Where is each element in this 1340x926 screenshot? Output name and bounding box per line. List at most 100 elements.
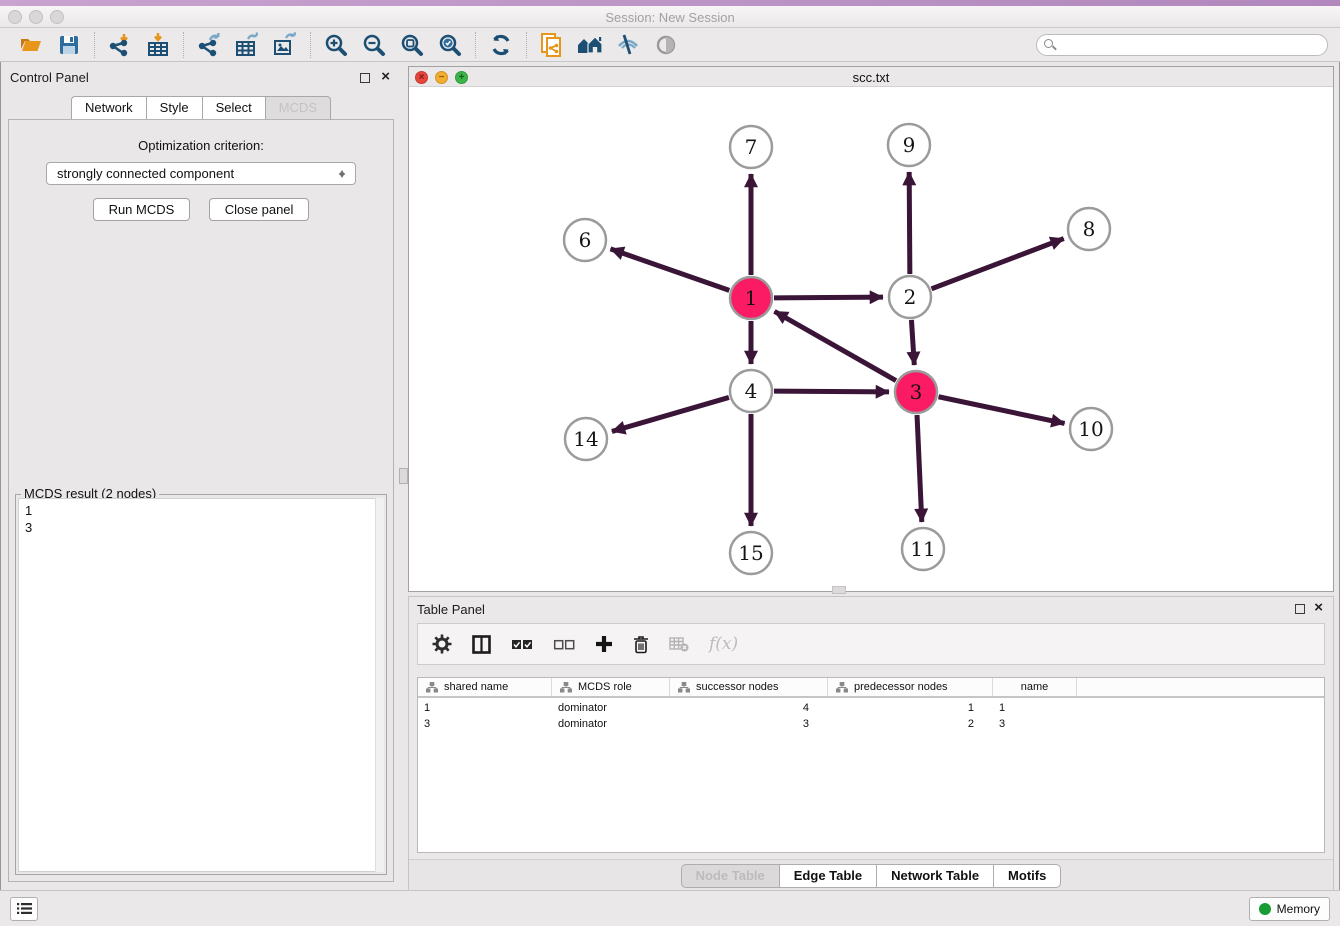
- cell-shared-name: 3: [418, 717, 552, 733]
- node-label: 1: [745, 286, 758, 310]
- control-panel-title: Control Panel: [10, 70, 89, 85]
- zoom-fit-button[interactable]: [393, 30, 431, 60]
- edge-3-11[interactable]: [917, 415, 922, 522]
- float-panel-icon[interactable]: [1295, 604, 1305, 614]
- destroy-table-button[interactable]: [669, 636, 689, 652]
- mcds-result-scrollbar[interactable]: [375, 498, 384, 872]
- node-label: 3: [910, 380, 923, 404]
- control-tabs: NetworkStyleSelectMCDS: [0, 96, 402, 120]
- optimization-label: Optimization criterion:: [9, 138, 393, 153]
- tab-select[interactable]: Select: [202, 96, 265, 120]
- export-image-button[interactable]: [266, 30, 304, 60]
- tab-network-table[interactable]: Network Table: [876, 864, 993, 888]
- edge-2-9[interactable]: [909, 172, 910, 274]
- memory-label: Memory: [1277, 902, 1320, 916]
- refresh-icon: [488, 32, 514, 58]
- save-session-button[interactable]: [50, 30, 88, 60]
- float-panel-icon[interactable]: [360, 73, 370, 83]
- edge-2-8[interactable]: [932, 239, 1064, 289]
- search-icon: [1044, 39, 1053, 48]
- toolbar-separator: [526, 32, 527, 58]
- task-history-button[interactable]: [10, 897, 38, 921]
- hide-selected-button[interactable]: [609, 30, 647, 60]
- first-neighbors-button[interactable]: [571, 30, 609, 60]
- window-titlebar: Session: New Session: [0, 6, 1340, 28]
- hide-eye-icon: [615, 32, 641, 58]
- close-panel-icon[interactable]: ×: [381, 68, 390, 85]
- node-label: 11: [910, 537, 935, 561]
- zoom-in-button[interactable]: [317, 30, 355, 60]
- vertical-splitter-grip[interactable]: [399, 468, 408, 484]
- cell-predecessor-nodes: 2: [828, 717, 993, 733]
- cell-predecessor-nodes: 1: [828, 701, 993, 717]
- show-columns-button[interactable]: [472, 635, 491, 654]
- edge-2-3[interactable]: [911, 320, 914, 365]
- create-column-button[interactable]: [595, 635, 613, 653]
- apply-layout-button[interactable]: [482, 30, 520, 60]
- header-filler: [1077, 678, 1324, 696]
- tab-style[interactable]: Style: [146, 96, 202, 120]
- export-image-icon: [272, 32, 298, 58]
- tab-edge-table[interactable]: Edge Table: [779, 864, 876, 888]
- export-table-button[interactable]: [228, 30, 266, 60]
- window-title: Session: New Session: [0, 10, 1340, 25]
- table-panel-title: Table Panel: [417, 602, 485, 617]
- table-row[interactable]: 1dominator411: [418, 701, 1324, 717]
- column-label: MCDS role: [578, 681, 632, 693]
- new-network-from-selection-button[interactable]: [533, 30, 571, 60]
- search-input[interactable]: [1036, 34, 1328, 56]
- control-panel: Control Panel × NetworkStyleSelectMCDS O…: [0, 62, 402, 890]
- criterion-select[interactable]: strongly connected component: [46, 162, 356, 185]
- column-header-shared-name[interactable]: shared name: [418, 678, 552, 696]
- tab-network[interactable]: Network: [71, 96, 146, 120]
- node-label: 8: [1083, 217, 1096, 241]
- list-icon: [17, 902, 32, 915]
- zoom-out-button[interactable]: [355, 30, 393, 60]
- run-mcds-button[interactable]: Run MCDS: [93, 198, 191, 221]
- mcds-panel: Optimization criterion: strongly connect…: [8, 119, 394, 882]
- toolbar-separator: [94, 32, 95, 58]
- cell-mcds-role: dominator: [552, 717, 670, 733]
- table-row[interactable]: 3dominator323: [418, 717, 1324, 733]
- column-header-mcds-role[interactable]: MCDS role: [552, 678, 670, 696]
- edge-3-10[interactable]: [939, 397, 1065, 424]
- open-session-button[interactable]: [12, 30, 50, 60]
- mcds-result-line: 1: [25, 502, 377, 519]
- table-toolbar: f(x): [417, 623, 1325, 665]
- mcds-result-lines[interactable]: 13: [18, 498, 384, 872]
- column-label: shared name: [444, 681, 508, 693]
- delete-columns-button[interactable]: [633, 635, 649, 654]
- network-canvas[interactable]: 7968124314101511: [409, 87, 1333, 591]
- tab-node-table[interactable]: Node Table: [681, 864, 779, 888]
- criterion-value: strongly connected component: [57, 166, 234, 181]
- function-builder-button[interactable]: f(x): [709, 634, 738, 654]
- column-header-predecessor-nodes[interactable]: predecessor nodes: [828, 678, 993, 696]
- memory-button[interactable]: Memory: [1249, 897, 1330, 921]
- export-network-button[interactable]: [190, 30, 228, 60]
- network-view-title: scc.txt: [409, 70, 1333, 85]
- column-header-successor-nodes[interactable]: successor nodes: [670, 678, 828, 696]
- node-label: 6: [579, 228, 592, 252]
- edge-4-3[interactable]: [774, 391, 889, 392]
- tab-mcds[interactable]: MCDS: [265, 96, 331, 120]
- zoom-selected-button[interactable]: [431, 30, 469, 60]
- edge-3-1[interactable]: [774, 311, 896, 380]
- edge-4-14[interactable]: [612, 397, 729, 431]
- node-label: 4: [745, 379, 758, 403]
- import-network-button[interactable]: [101, 30, 139, 60]
- tab-motifs[interactable]: Motifs: [993, 864, 1061, 888]
- horizontal-splitter-grip[interactable]: [832, 586, 846, 594]
- close-panel-icon[interactable]: ×: [1314, 599, 1323, 616]
- import-table-button[interactable]: [139, 30, 177, 60]
- column-label: name: [1021, 681, 1049, 693]
- deselect-all-columns-button[interactable]: [553, 637, 575, 652]
- zoom-out-icon: [361, 32, 387, 58]
- node-label: 15: [738, 541, 763, 565]
- close-panel-button[interactable]: Close panel: [209, 198, 310, 221]
- show-all-button[interactable]: [647, 30, 685, 60]
- table-mode-button[interactable]: [432, 634, 452, 654]
- select-all-columns-button[interactable]: [511, 637, 533, 652]
- edge-1-6[interactable]: [610, 249, 729, 291]
- column-header-name[interactable]: name: [993, 678, 1077, 696]
- edge-1-2[interactable]: [774, 297, 883, 298]
